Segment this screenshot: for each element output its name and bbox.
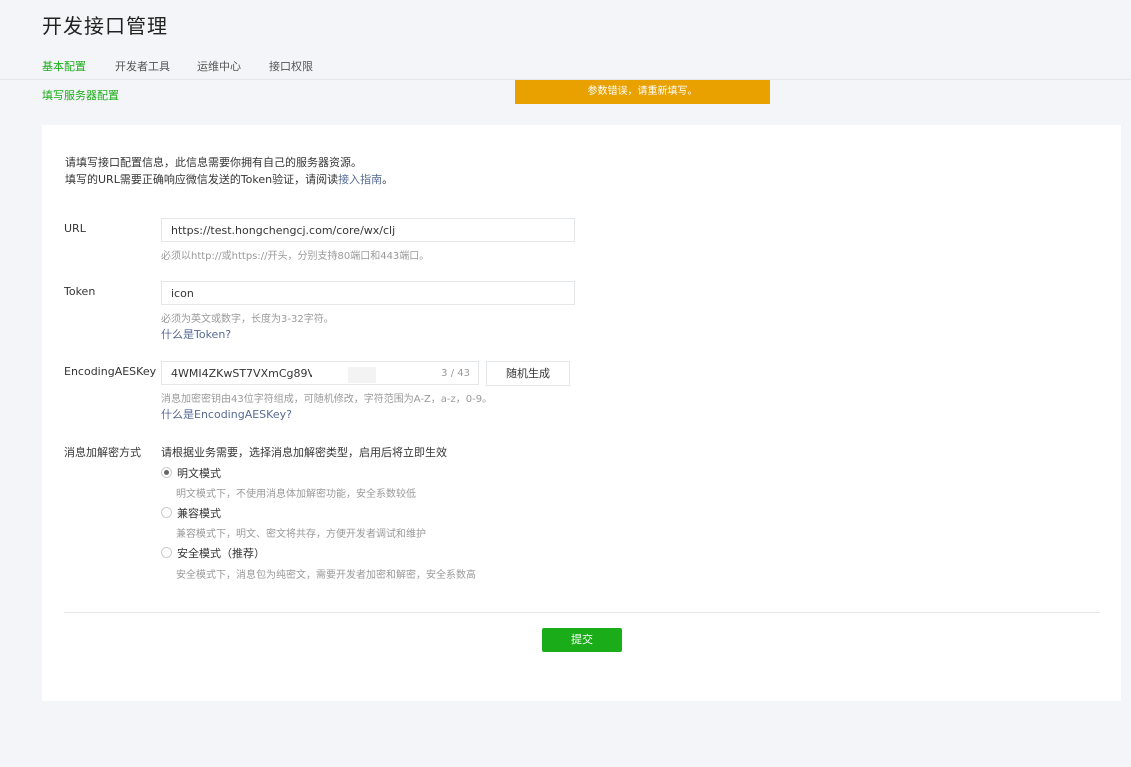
random-generate-button[interactable]: 随机生成 [486, 361, 570, 386]
token-value: icon [171, 287, 194, 300]
radio-compatible-label: 兼容模式 [177, 507, 221, 520]
radio-secure-mode[interactable]: 安全模式（推荐） [161, 545, 265, 561]
tab-basic-config[interactable]: 基本配置 [42, 58, 86, 80]
intro-line-2-text: 填写的URL需要正确响应微信发送的Token验证，请阅读 [65, 173, 339, 186]
aes-hint: 消息加密密钥由43位字符组成，可随机修改，字符范围为A-Z，a-z，0-9。 [161, 394, 493, 405]
radio-unchecked-icon[interactable] [161, 507, 172, 518]
token-help-link[interactable]: 什么是Token? [161, 326, 231, 342]
aes-value: 4WMI4ZKwST7VXmCg89VtL [171, 367, 326, 380]
compatible-mode-desc: 兼容模式下，明文、密文将共存，方便开发者调试和维护 [176, 529, 426, 540]
access-guide-link[interactable]: 接入指南 [338, 173, 382, 186]
token-input[interactable]: icon [161, 281, 575, 305]
encryption-label: 消息加解密方式 [64, 446, 141, 459]
aes-char-count: 3 / 43 [441, 368, 470, 379]
intro-line-2: 填写的URL需要正确响应微信发送的Token验证，请阅读接入指南。 [65, 171, 393, 188]
url-value: https://test.hongchengcj.com/core/wx/clj [171, 224, 396, 237]
aes-label: EncodingAESKey [64, 365, 157, 378]
token-hint: 必须为英文或数字，长度为3-32字符。 [161, 314, 334, 325]
error-toast: 参数错误，请重新填写。 [515, 80, 770, 104]
plaintext-mode-desc: 明文模式下，不使用消息体加解密功能，安全系数较低 [176, 489, 416, 500]
intro-line-2-end: 。 [382, 173, 394, 186]
radio-secure-label: 安全模式（推荐） [177, 547, 265, 560]
radio-plaintext-label: 明文模式 [177, 467, 221, 480]
server-config-link[interactable]: 填写服务器配置 [42, 87, 119, 103]
token-label: Token [64, 285, 96, 298]
submit-button[interactable]: 提交 [542, 628, 622, 652]
divider [64, 612, 1100, 613]
tab-ops-center[interactable]: 运维中心 [197, 58, 241, 80]
tab-bar: 基本配置 开发者工具 运维中心 接口权限 [0, 58, 1131, 80]
radio-plaintext-mode[interactable]: 明文模式 [161, 465, 221, 481]
radio-checked-icon[interactable] [161, 467, 172, 478]
secure-mode-desc: 安全模式下，消息包为纯密文，需要开发者加密和解密，安全系数高 [176, 570, 476, 581]
radio-unchecked-icon[interactable] [161, 547, 172, 558]
tab-api-permissions[interactable]: 接口权限 [269, 58, 313, 80]
page-title: 开发接口管理 [42, 14, 168, 38]
url-label: URL [64, 222, 86, 235]
intro-line-1: 请填写接口配置信息，此信息需要你拥有自己的服务器资源。 [65, 156, 362, 169]
encryption-description: 请根据业务需要，选择消息加解密类型，启用后将立即生效 [161, 446, 447, 459]
intro-text: 请填写接口配置信息，此信息需要你拥有自己的服务器资源。 填写的URL需要正确响应… [65, 154, 393, 188]
url-input[interactable]: https://test.hongchengcj.com/core/wx/clj [161, 218, 575, 242]
aes-mask-redaction [348, 367, 376, 383]
tab-developer-tools[interactable]: 开发者工具 [115, 58, 170, 80]
aes-mask [312, 363, 348, 383]
url-hint: 必须以http://或https://开头，分别支持80端口和443端口。 [161, 251, 430, 262]
config-card: 请填写接口配置信息，此信息需要你拥有自己的服务器资源。 填写的URL需要正确响应… [42, 125, 1121, 701]
radio-compatible-mode[interactable]: 兼容模式 [161, 505, 221, 521]
aes-help-link[interactable]: 什么是EncodingAESKey? [161, 406, 292, 422]
aes-input[interactable]: 4WMI4ZKwST7VXmCg89VtL 3 / 43 [161, 361, 479, 385]
